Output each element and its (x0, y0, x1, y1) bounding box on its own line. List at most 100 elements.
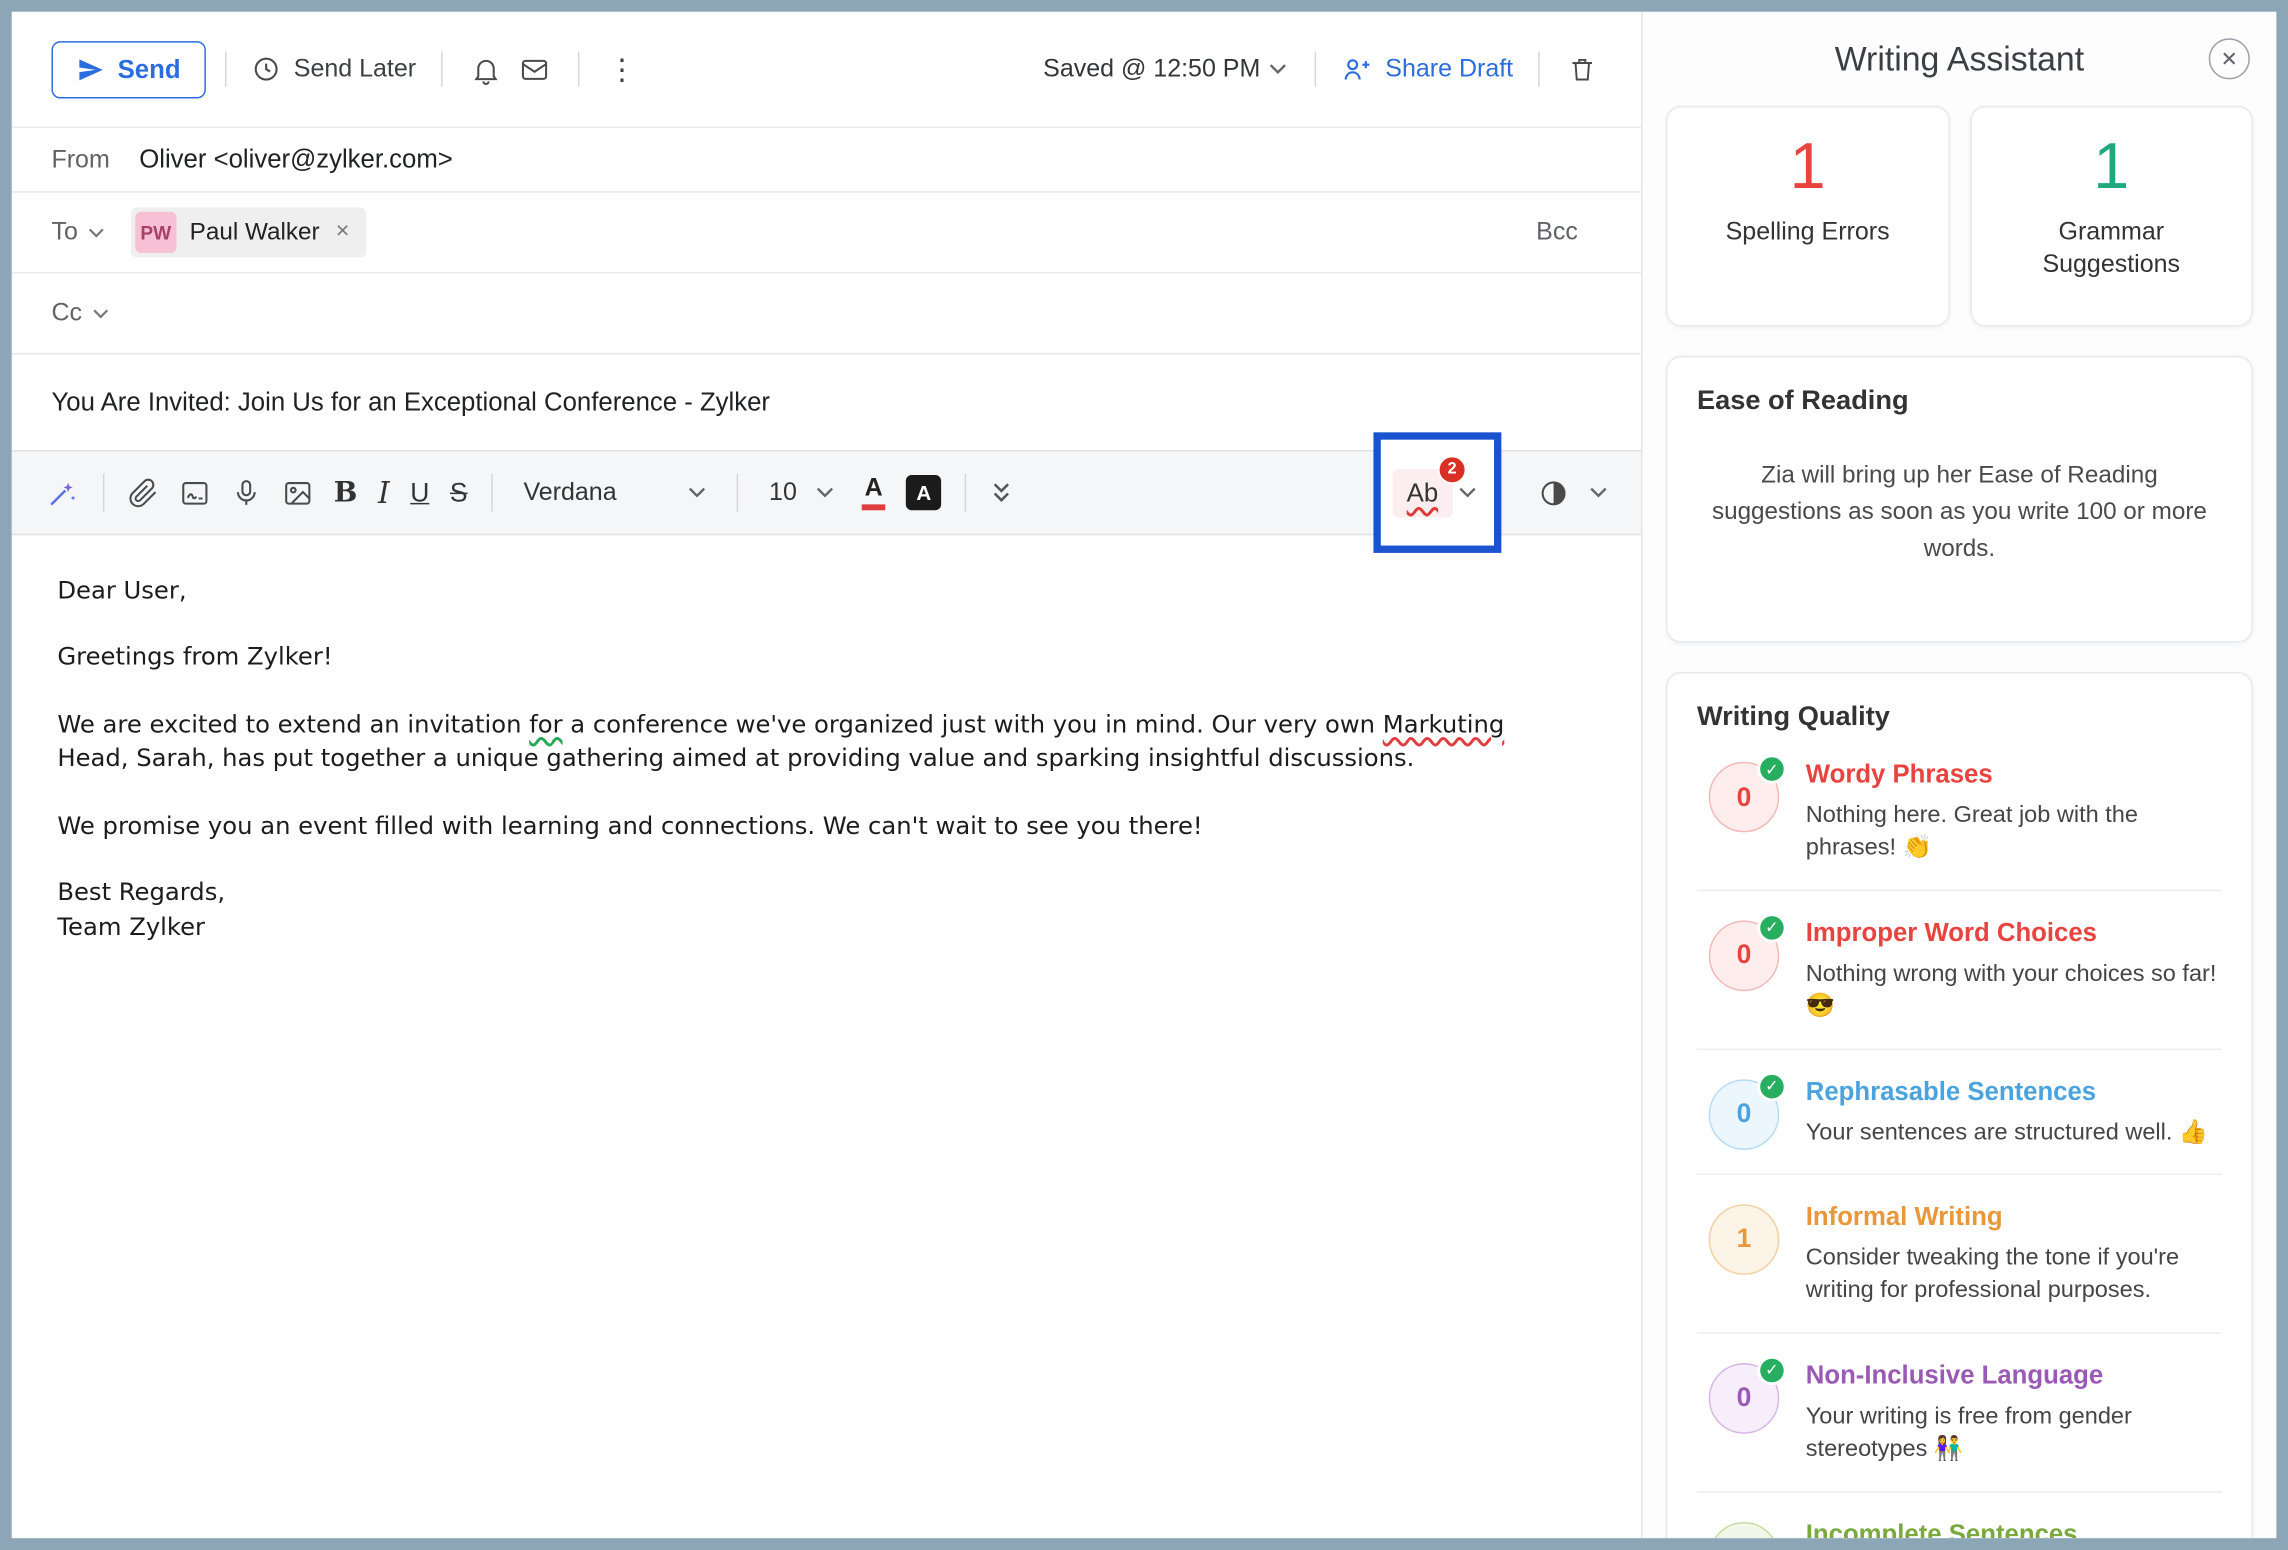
error-count-badge: 2 (1438, 455, 1466, 483)
ease-of-reading-card: Ease of Reading Zia will bring up her Ea… (1666, 356, 2253, 643)
envelope-icon (519, 54, 550, 85)
quality-item-desc: Nothing here. Great job with the phrases… (1806, 800, 2219, 866)
send-later-button[interactable]: Send Later (245, 46, 422, 93)
assistant-stats: 1Spelling Errors1Grammar Suggestions (1666, 106, 2253, 327)
stat-label: Grammar Suggestions (1971, 216, 2251, 281)
chevron-down-icon (92, 308, 108, 318)
ellipsis-icon: ⋮ (607, 51, 636, 88)
share-draft-button[interactable]: Share Draft (1335, 45, 1519, 94)
cc-field-selector[interactable]: Cc (51, 299, 108, 328)
bcc-toggle[interactable]: Bcc (1527, 216, 1586, 248)
spellcheck-highlight-box: Ab 2 (1373, 432, 1502, 553)
underline-button[interactable]: U (400, 470, 440, 516)
quality-item-desc: Your writing is free from gender stereot… (1806, 1401, 2219, 1467)
italic-glyph: I (378, 475, 390, 510)
highlight-color-icon: A (906, 475, 941, 510)
close-button[interactable]: ✕ (2209, 38, 2250, 79)
remove-recipient-button[interactable]: × (333, 219, 353, 245)
quality-item[interactable]: 0✓Rephrasable SentencesYour sentences ar… (1697, 1048, 2222, 1174)
quality-item-title: Informal Writing (1806, 1201, 2219, 1232)
divider (578, 51, 579, 86)
double-chevron-down-icon (990, 481, 1014, 505)
signature-icon (179, 477, 210, 508)
saved-versions-dropdown[interactable] (1260, 54, 1295, 83)
editor-options-dropdown[interactable] (1579, 479, 1617, 505)
image-icon (282, 477, 313, 508)
spelling-flagged-word[interactable]: Markuting (1383, 710, 1505, 738)
quality-list: 0✓ Wordy Phrases Nothing here. Great job w… (1697, 732, 2222, 1538)
assistant-header: Writing Assistant ✕ (1666, 12, 2253, 106)
email-paragraph: Dear User, (57, 573, 1550, 607)
quality-item[interactable]: 1 Incomplete Sentences (1697, 1490, 2222, 1538)
quality-item-title: Incomplete Sentences (1806, 1518, 2219, 1538)
spellcheck-button[interactable]: Ab 2 (1392, 468, 1453, 517)
font-family-value: Verdana (523, 478, 616, 507)
email-body[interactable]: Dear User, Greetings from Zylker! We are e… (12, 535, 1641, 1538)
stat-card: 1Grammar Suggestions (1970, 106, 2253, 327)
quality-item-title: Improper Word Choices (1806, 917, 2219, 948)
strikethrough-button[interactable]: S (440, 470, 478, 516)
microphone-icon (231, 477, 262, 508)
recipient-chip[interactable]: PW Paul Walker × (131, 207, 366, 257)
spellcheck-dropdown[interactable] (1453, 481, 1482, 505)
ai-assist-button[interactable] (35, 468, 89, 517)
quality-item-desc: Your sentences are structured well. 👍 (1806, 1117, 2219, 1150)
font-color-icon: A (862, 475, 886, 510)
magic-wand-icon (46, 476, 80, 510)
more-options-button[interactable]: ⋮ (598, 42, 645, 96)
quality-item-desc: Nothing wrong with your choices so far! … (1806, 958, 2219, 1024)
compose-action-toolbar: Send Send Later ⋮ Sa (12, 12, 1641, 127)
quality-item-title: Wordy Phrases (1806, 759, 2219, 790)
quality-count-badge: 0✓ (1709, 1079, 1780, 1150)
to-label: To (51, 218, 77, 247)
chevron-down-icon (1459, 487, 1477, 499)
clock-icon (251, 54, 280, 83)
quality-item[interactable]: 0✓Improper Word ChoicesNothing wrong wit… (1697, 889, 2222, 1047)
font-color-button[interactable]: A (851, 468, 896, 518)
chevron-down-icon (88, 227, 104, 237)
text-segment: Head, Sarah, has put together a unique g… (57, 744, 1414, 772)
saved-status: Saved @ 12:50 PM (1043, 54, 1260, 83)
stat-value: 1 (1668, 131, 1948, 205)
quality-item[interactable]: 1Informal WritingConsider tweaking the t… (1697, 1173, 2222, 1331)
text-segment: We are excited to extend an invitation (57, 710, 529, 738)
email-paragraph: Greetings from Zylker! (57, 640, 1550, 674)
check-icon: ✓ (1757, 1355, 1786, 1384)
highlight-color-button[interactable]: A (896, 468, 952, 518)
paperclip-icon (128, 477, 159, 508)
quality-count-badge: 1 (1709, 1521, 1780, 1538)
email-paragraph: Best Regards,Team Zylker (57, 875, 1550, 944)
to-field-selector[interactable]: To (51, 218, 104, 247)
check-icon: ✓ (1757, 1071, 1786, 1100)
cc-row[interactable]: Cc (12, 274, 1641, 355)
writing-quality-card: Writing Quality 0✓Wordy PhrasesNothing h… (1666, 672, 2253, 1538)
quality-item[interactable]: 0✓Wordy PhrasesNothing here. Great job w… (1697, 732, 2222, 889)
font-size-dropdown[interactable]: 10 (760, 476, 842, 508)
chevron-down-icon (1590, 487, 1608, 499)
more-formatting-button[interactable] (980, 474, 1024, 512)
contrast-preview-button[interactable] (1528, 470, 1579, 516)
divider (441, 51, 442, 86)
grammar-flagged-word[interactable]: for (529, 710, 562, 738)
template-button[interactable] (510, 45, 559, 94)
send-button[interactable]: Send (51, 40, 205, 97)
quality-item[interactable]: 0✓Non-Inclusive LanguageYour writing is … (1697, 1332, 2222, 1490)
insert-signature-button[interactable] (169, 470, 220, 516)
divider (1538, 51, 1539, 86)
bold-button[interactable]: B (324, 469, 368, 516)
chevron-down-icon (816, 487, 834, 499)
text-segment: Dear User, (57, 576, 186, 604)
quality-item-title: Non-Inclusive Language (1806, 1360, 2219, 1391)
italic-button[interactable]: I (368, 468, 400, 518)
divider (491, 474, 492, 512)
divider (965, 474, 966, 512)
delete-draft-button[interactable] (1559, 46, 1606, 93)
attach-file-button[interactable] (118, 470, 169, 516)
font-family-dropdown[interactable]: Verdana (515, 476, 715, 508)
reminder-button[interactable] (462, 45, 511, 94)
voice-input-button[interactable] (221, 470, 272, 516)
underline-glyph: U (410, 477, 429, 508)
email-paragraph: We are excited to extend an invitation f… (57, 707, 1550, 776)
insert-image-button[interactable] (272, 470, 323, 516)
send-later-label: Send Later (294, 54, 416, 83)
